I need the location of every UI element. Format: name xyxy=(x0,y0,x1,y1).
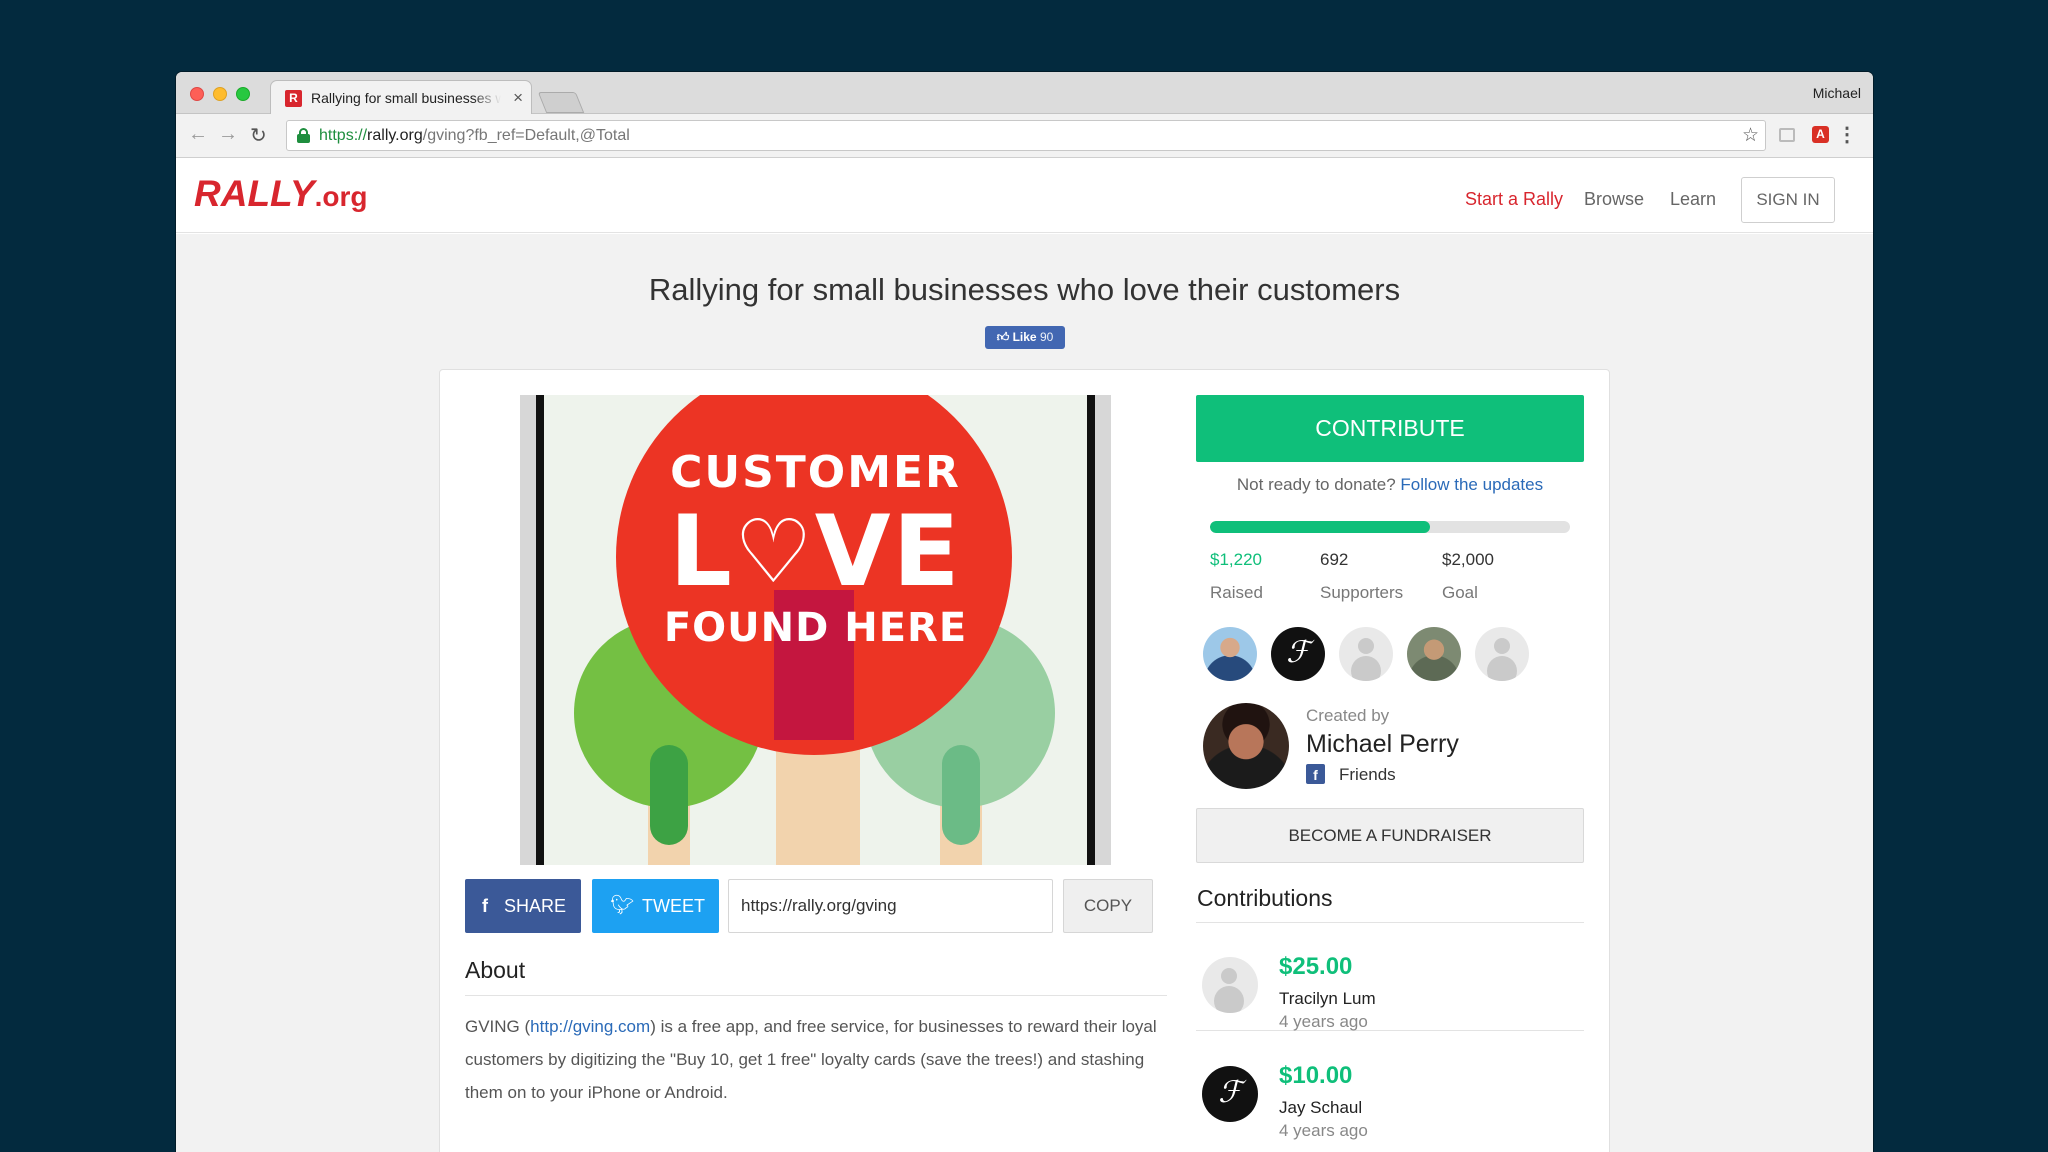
tab-close-icon[interactable]: × xyxy=(513,88,523,108)
share-url-field[interactable]: https://rally.org/gving xyxy=(728,879,1053,933)
rally-favicon-icon: R xyxy=(285,90,302,107)
heart-icon: ♡ xyxy=(733,500,815,603)
stat-supporters: 692 Supporters xyxy=(1320,550,1404,602)
adblock-extension-icon[interactable]: A xyxy=(1812,126,1829,143)
hero-line-1: CUSTOMER xyxy=(670,447,961,498)
reload-icon[interactable]: ↻ xyxy=(250,123,267,148)
minimize-window-button[interactable] xyxy=(213,87,227,101)
contributor-name[interactable]: Tracilyn Lum xyxy=(1279,989,1376,1009)
contributions-heading: Contributions xyxy=(1197,885,1333,911)
address-url[interactable]: https://rally.org/gving?fb_ref=Default,@… xyxy=(319,127,630,145)
facebook-icon: f xyxy=(482,896,488,916)
page-body: Rallying for small businesses who love t… xyxy=(176,234,1873,1152)
rally-card: CUSTOMER L♡VE FOUND HERE f SHARE 🐦︎ TWEET … xyxy=(439,369,1610,1152)
funding-progress-fill xyxy=(1210,521,1430,533)
title-bar: R Rallying for small businesses who love… xyxy=(176,72,1873,115)
funding-progress-bar xyxy=(1210,521,1570,533)
browser-tab[interactable]: R Rallying for small businesses who love… xyxy=(270,80,532,115)
stat-raised: $1,220 Raised xyxy=(1210,550,1263,602)
divider xyxy=(465,995,1167,996)
creator-friends: Friends xyxy=(1339,765,1396,784)
nav-browse[interactable]: Browse xyxy=(1584,189,1644,210)
sign-in-button[interactable]: SIGN IN xyxy=(1741,177,1835,223)
back-icon[interactable]: ← xyxy=(188,123,208,146)
supporter-avatar[interactable] xyxy=(1339,627,1393,681)
contribution-time: 4 years ago xyxy=(1279,1012,1368,1031)
supporter-avatar[interactable] xyxy=(1475,627,1529,681)
follow-prompt: Not ready to donate? Follow the updates xyxy=(1236,475,1544,494)
created-by-label: Created by xyxy=(1306,706,1390,725)
facebook-icon: f xyxy=(1306,764,1325,784)
hero-line-2: L♡VE xyxy=(669,495,962,609)
supporter-avatar[interactable]: ℱ xyxy=(1271,627,1325,681)
page-title: Rallying for small businesses who love t… xyxy=(648,272,1401,307)
profile-name[interactable]: Michael xyxy=(1813,85,1861,101)
become-fundraiser-button[interactable]: BECOME A FUNDRAISER xyxy=(1196,808,1584,863)
twitter-icon: 🐦︎ xyxy=(610,895,635,916)
copy-url-button[interactable]: COPY xyxy=(1063,879,1153,933)
contribution-item: $25.00 Tracilyn Lum 4 years ago xyxy=(1196,923,1584,1031)
creator-name[interactable]: Michael Perry xyxy=(1306,730,1459,759)
rally-logo[interactable]: RALLY.org xyxy=(194,173,367,215)
follow-updates-link[interactable]: Follow the updates xyxy=(1400,475,1543,494)
hero-line-3: FOUND HERE xyxy=(663,605,968,651)
menu-icon[interactable]: ⋮ xyxy=(1837,122,1857,147)
contribution-time: 4 years ago xyxy=(1279,1121,1368,1140)
contribution-amount: $25.00 xyxy=(1279,953,1353,980)
tweet-button[interactable]: 🐦︎ TWEET xyxy=(592,879,719,933)
nav-learn[interactable]: Learn xyxy=(1670,189,1716,210)
supporter-avatar[interactable] xyxy=(1203,627,1257,681)
stat-goal: $2,000 Goal xyxy=(1442,550,1494,602)
phone-frame-left xyxy=(520,395,544,865)
tab-title: Rallying for small businesses who love t… xyxy=(311,90,501,106)
about-heading: About xyxy=(465,957,526,983)
zoom-window-button[interactable] xyxy=(236,87,250,101)
gving-link[interactable]: http://gving.com xyxy=(530,1017,650,1036)
lock-icon xyxy=(297,128,310,143)
campaign-image: CUSTOMER L♡VE FOUND HERE xyxy=(520,395,1111,865)
browser-window: R Rallying for small businesses who love… xyxy=(176,72,1873,1152)
about-description: GVING (http://gving.com) is a free app, … xyxy=(465,1017,1157,1102)
contribution-amount: $10.00 xyxy=(1279,1062,1353,1089)
browser-toolbar: ← → ↻ https://rally.org/gving?fb_ref=Def… xyxy=(176,114,1873,158)
phone-frame-right xyxy=(1087,395,1111,865)
extension-icon[interactable] xyxy=(1779,128,1795,142)
new-tab-button[interactable] xyxy=(537,92,585,113)
contributor-avatar[interactable] xyxy=(1202,957,1258,1013)
contribution-item: ℱ $10.00 Jay Schaul 4 years ago xyxy=(1196,1032,1584,1140)
facebook-like-button[interactable]: 👍︎ Like 90 xyxy=(985,326,1065,349)
creator-avatar[interactable] xyxy=(1203,703,1289,789)
contribute-button[interactable]: CONTRIBUTE xyxy=(1196,395,1584,462)
address-bar[interactable]: https://rally.org/gving?fb_ref=Default,@… xyxy=(286,120,1766,151)
bookmark-star-icon[interactable]: ☆ xyxy=(1742,124,1759,147)
contributor-name[interactable]: Jay Schaul xyxy=(1279,1098,1362,1118)
nav-start-a-rally[interactable]: Start a Rally xyxy=(1465,189,1563,210)
close-window-button[interactable] xyxy=(190,87,204,101)
facebook-share-button[interactable]: f SHARE xyxy=(465,879,581,933)
contributor-avatar[interactable]: ℱ xyxy=(1202,1066,1258,1122)
site-header: RALLY.org Start a Rally Browse Learn SIG… xyxy=(176,159,1873,233)
forward-icon[interactable]: → xyxy=(218,123,238,146)
supporter-avatar[interactable] xyxy=(1407,627,1461,681)
thumbs-up-icon: 👍︎ xyxy=(996,330,1010,344)
